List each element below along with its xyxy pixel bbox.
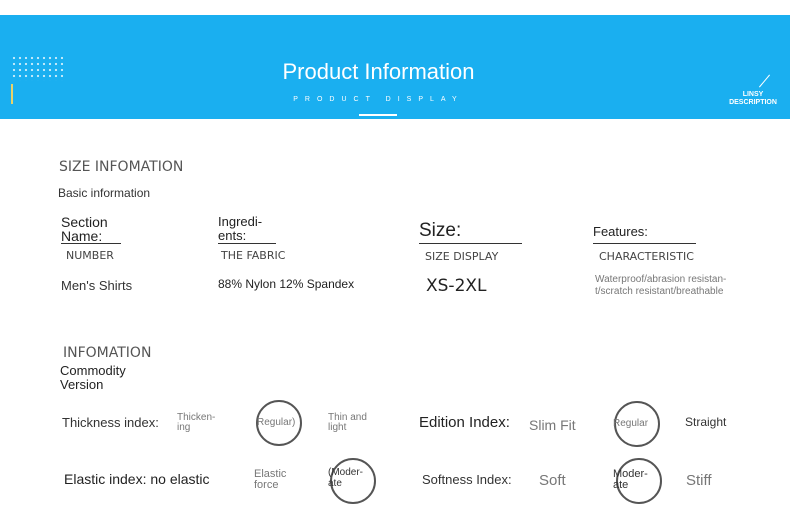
features-value: Waterproof/abrasion resistan- t/scratch …	[595, 274, 727, 297]
version-info-subheading: Commodity Version	[60, 363, 126, 392]
elastic-option-force: Elastic force	[254, 468, 287, 491]
slash-decoration	[758, 74, 771, 88]
size-value: XS-2XL	[426, 276, 487, 296]
number-label: NUMBER	[66, 249, 114, 262]
ingredients-value: 88% Nylon 12% Spandex	[218, 277, 355, 291]
fabric-label: THE FABRIC	[221, 249, 286, 262]
thickness-index-label: Thickness index:	[62, 415, 159, 430]
characteristic-label: CHARACTERISTIC	[599, 250, 694, 263]
features-label: Features:	[593, 224, 696, 244]
size-info-subheading: Basic information	[58, 186, 151, 200]
header-banner: Product Information PRODUCT DISPLAY LINS…	[0, 15, 790, 119]
softness-index-label: Softness Index:	[422, 472, 512, 487]
edition-option-regular: Regular	[613, 418, 649, 429]
version-info-heading: INFOMATION	[63, 345, 152, 361]
ingredients-label: Ingredi- ents:	[218, 215, 276, 244]
size-label: Size:	[419, 220, 522, 244]
softness-option-stiff: Stiff	[686, 472, 712, 489]
banner-subtitle: PRODUCT DISPLAY	[293, 96, 464, 103]
elastic-option-moderate: (Moder- ate	[328, 467, 364, 489]
edition-index-label: Edition Index:	[419, 414, 510, 431]
section-name-value: Men's Shirts	[61, 278, 133, 293]
thickness-option-thickening: Thicken- ing	[177, 412, 216, 433]
elastic-index-label: Elastic index: no elastic	[64, 471, 210, 487]
brand-label: LINSY DESCRIPTION	[729, 91, 777, 106]
softness-option-soft: Soft	[539, 472, 566, 489]
size-info-heading: SIZE INFOMATION	[59, 159, 184, 175]
section-name-label: Section Name:	[61, 215, 121, 244]
thickness-option-regular: Regular)	[257, 417, 296, 428]
banner-underline	[359, 114, 397, 116]
size-display-label: SIZE DISPLAY	[425, 250, 499, 263]
thickness-option-thin-light: Thin and light	[328, 412, 367, 433]
softness-option-moderate: Moder- ate	[613, 468, 648, 491]
edition-option-slim-fit: Slim Fit	[529, 417, 576, 433]
banner-title: Product Information	[282, 59, 475, 84]
edition-option-straight: Straight	[685, 415, 727, 429]
